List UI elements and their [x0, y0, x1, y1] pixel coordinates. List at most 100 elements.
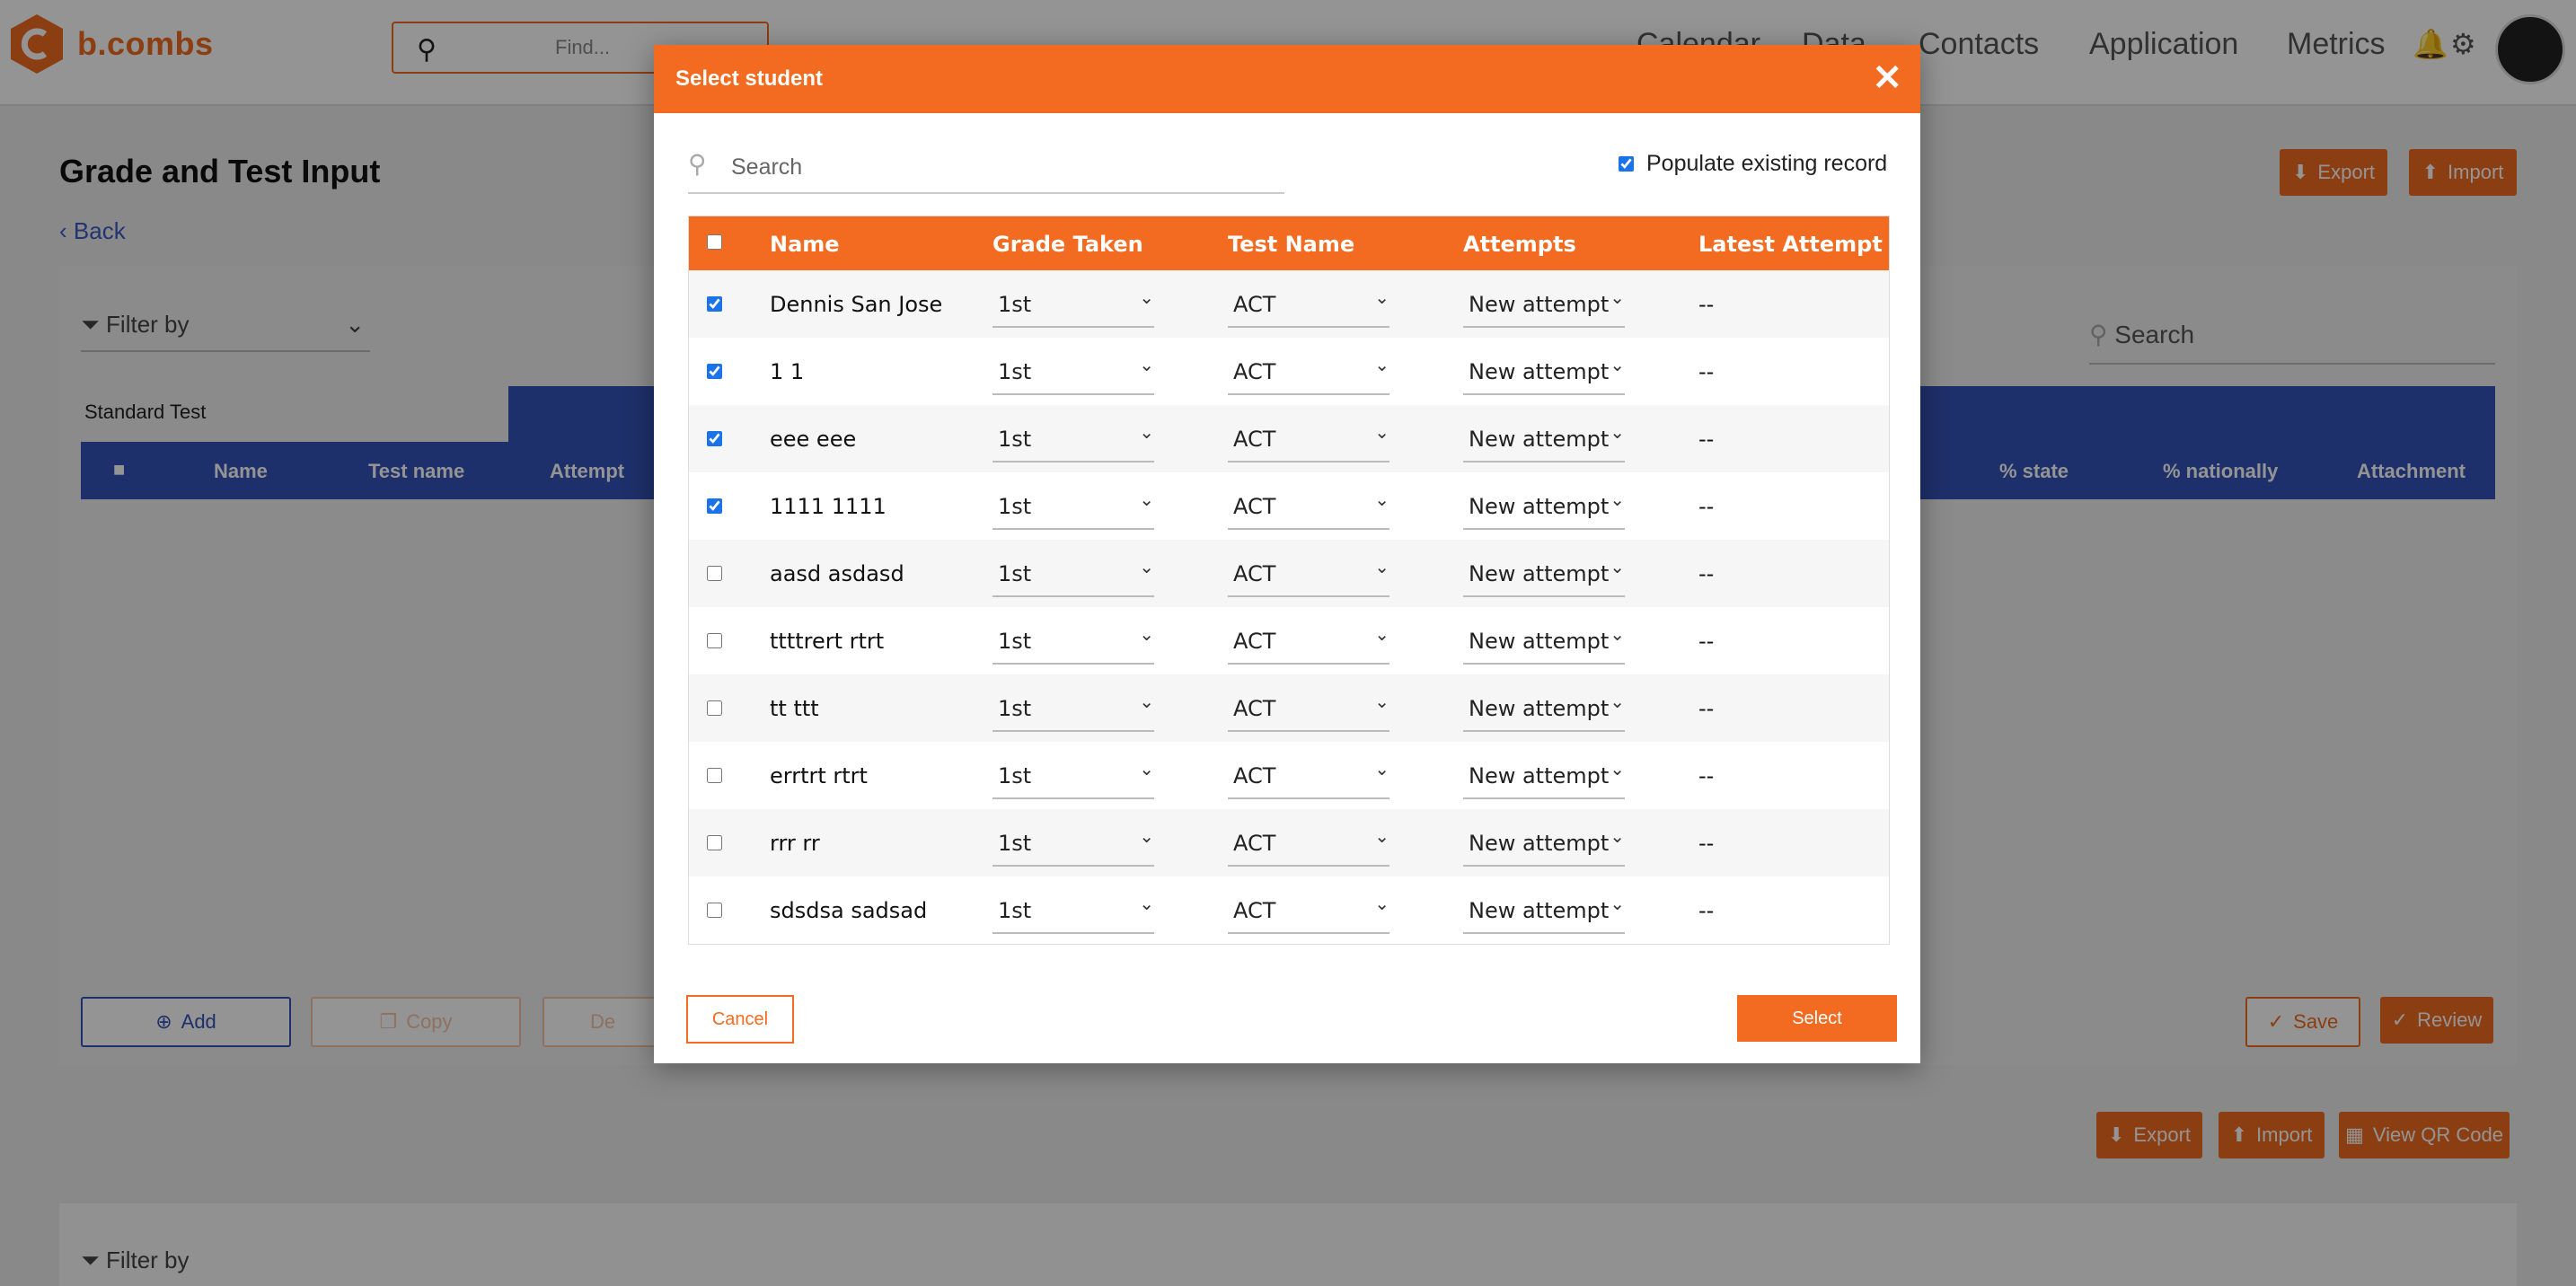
test-value: ACT — [1233, 359, 1276, 384]
attempts-select[interactable]: New attempt ⌄ — [1463, 416, 1625, 462]
test-name-select[interactable]: ACT ⌄ — [1228, 551, 1389, 597]
chevron-down-icon: ⌄ — [1374, 556, 1389, 577]
test-value: ACT — [1233, 763, 1276, 788]
attempt-value: New attempt — [1469, 561, 1610, 586]
chevron-down-icon: ⌄ — [1139, 556, 1154, 577]
row-checkbox[interactable] — [707, 296, 722, 312]
student-search-input[interactable] — [729, 151, 1272, 183]
grade-taken-select[interactable]: 1st ⌄ — [992, 887, 1154, 934]
grade-value: 1st — [998, 763, 1032, 788]
grade-taken-select[interactable]: 1st ⌄ — [992, 281, 1154, 328]
grade-taken-select[interactable]: 1st ⌄ — [992, 416, 1154, 462]
attempts-select[interactable]: New attempt ⌄ — [1463, 551, 1625, 597]
row-checkbox[interactable] — [707, 903, 722, 918]
attempts-select[interactable]: New attempt ⌄ — [1463, 483, 1625, 530]
attempts-select[interactable]: New attempt ⌄ — [1463, 820, 1625, 867]
chevron-down-icon: ⌄ — [1139, 758, 1154, 780]
grade-value: 1st — [998, 561, 1032, 586]
row-checkbox[interactable] — [707, 700, 722, 716]
test-name-select[interactable]: ACT ⌄ — [1228, 348, 1389, 395]
row-checkbox[interactable] — [707, 566, 722, 581]
test-value: ACT — [1233, 696, 1276, 721]
grade-taken-select[interactable]: 1st ⌄ — [992, 551, 1154, 597]
test-value: ACT — [1233, 561, 1276, 586]
chevron-down-icon: ⌄ — [1610, 421, 1625, 443]
latest-attempt-value: -- — [1698, 629, 1715, 654]
col-attempts: Attempts — [1463, 232, 1576, 257]
chevron-down-icon: ⌄ — [1374, 825, 1389, 847]
attempts-select[interactable]: New attempt ⌄ — [1463, 618, 1625, 665]
student-name: errtrt rtrt — [770, 763, 868, 788]
grade-value: 1st — [998, 629, 1032, 654]
student-row[interactable]: 1 1 1st ⌄ ACT ⌄ New attempt ⌄ -- — [689, 338, 1889, 405]
grade-value: 1st — [998, 898, 1032, 923]
student-row[interactable]: errtrt rtrt 1st ⌄ ACT ⌄ New attempt ⌄ -- — [689, 742, 1889, 809]
student-name: tt ttt — [770, 696, 819, 721]
test-name-select[interactable]: ACT ⌄ — [1228, 685, 1389, 732]
chevron-down-icon: ⌄ — [1374, 421, 1389, 443]
attempts-select[interactable]: New attempt ⌄ — [1463, 685, 1625, 732]
row-checkbox[interactable] — [707, 431, 722, 446]
attempt-value: New attempt — [1469, 763, 1610, 788]
student-table-body: Dennis San Jose 1st ⌄ ACT ⌄ New attempt ⌄ -- 1 1… — [689, 270, 1889, 944]
student-row[interactable]: ttttrert rtrt 1st ⌄ ACT ⌄ New attempt ⌄ -- — [689, 607, 1889, 674]
row-checkbox[interactable] — [707, 768, 722, 783]
grade-taken-select[interactable]: 1st ⌄ — [992, 618, 1154, 665]
test-value: ACT — [1233, 427, 1276, 452]
student-row[interactable]: eee eee 1st ⌄ ACT ⌄ New attempt ⌄ -- — [689, 405, 1889, 472]
student-row[interactable]: 1111 1111 1st ⌄ ACT ⌄ New attempt ⌄ -- — [689, 472, 1889, 540]
chevron-down-icon: ⌄ — [1610, 893, 1625, 914]
student-name: rrr rr — [770, 831, 820, 856]
test-name-select[interactable]: ACT ⌄ — [1228, 281, 1389, 328]
attempt-value: New attempt — [1469, 494, 1610, 519]
modal-header: Select student ✕ — [654, 45, 1920, 113]
student-table: Name Grade Taken Test Name Attempts Late… — [688, 216, 1890, 945]
chevron-down-icon: ⌄ — [1374, 354, 1389, 375]
row-checkbox[interactable] — [707, 364, 722, 379]
test-name-select[interactable]: ACT ⌄ — [1228, 887, 1389, 934]
populate-existing-checkbox[interactable] — [1619, 156, 1634, 172]
test-name-select[interactable]: ACT ⌄ — [1228, 753, 1389, 799]
attempts-select[interactable]: New attempt ⌄ — [1463, 348, 1625, 395]
chevron-down-icon: ⌄ — [1139, 421, 1154, 443]
grade-taken-select[interactable]: 1st ⌄ — [992, 685, 1154, 732]
row-checkbox[interactable] — [707, 498, 722, 514]
test-name-select[interactable]: ACT ⌄ — [1228, 820, 1389, 867]
student-row[interactable]: rrr rr 1st ⌄ ACT ⌄ New attempt ⌄ -- — [689, 809, 1889, 876]
latest-attempt-value: -- — [1698, 359, 1715, 384]
student-row[interactable]: tt ttt 1st ⌄ ACT ⌄ New attempt ⌄ -- — [689, 674, 1889, 742]
row-checkbox[interactable] — [707, 835, 722, 850]
select-all-checkbox[interactable] — [707, 234, 722, 250]
select-button[interactable]: Select — [1737, 995, 1897, 1042]
student-row[interactable]: sdsdsa sadsad 1st ⌄ ACT ⌄ New attempt ⌄ -- — [689, 876, 1889, 944]
student-row[interactable]: Dennis San Jose 1st ⌄ ACT ⌄ New attempt ⌄ -- — [689, 270, 1889, 338]
test-name-select[interactable]: ACT ⌄ — [1228, 483, 1389, 530]
latest-attempt-value: -- — [1698, 427, 1715, 452]
grade-taken-select[interactable]: 1st ⌄ — [992, 348, 1154, 395]
test-value: ACT — [1233, 629, 1276, 654]
attempts-select[interactable]: New attempt ⌄ — [1463, 887, 1625, 934]
latest-attempt-value: -- — [1698, 831, 1715, 856]
chevron-down-icon: ⌄ — [1610, 825, 1625, 847]
row-checkbox[interactable] — [707, 633, 722, 648]
grade-taken-select[interactable]: 1st ⌄ — [992, 820, 1154, 867]
grade-value: 1st — [998, 427, 1032, 452]
chevron-down-icon: ⌄ — [1374, 758, 1389, 780]
populate-existing-toggle[interactable]: Populate existing record — [1619, 151, 1887, 177]
test-value: ACT — [1233, 292, 1276, 317]
attempts-select[interactable]: New attempt ⌄ — [1463, 753, 1625, 799]
test-name-select[interactable]: ACT ⌄ — [1228, 416, 1389, 462]
cancel-button[interactable]: Cancel — [686, 995, 794, 1044]
student-row[interactable]: aasd asdasd 1st ⌄ ACT ⌄ New attempt ⌄ -- — [689, 540, 1889, 607]
test-name-select[interactable]: ACT ⌄ — [1228, 618, 1389, 665]
student-name: 1111 1111 — [770, 494, 887, 519]
grade-taken-select[interactable]: 1st ⌄ — [992, 753, 1154, 799]
grade-taken-select[interactable]: 1st ⌄ — [992, 483, 1154, 530]
chevron-down-icon: ⌄ — [1374, 286, 1389, 308]
chevron-down-icon: ⌄ — [1610, 623, 1625, 645]
close-icon[interactable]: ✕ — [1872, 57, 1902, 99]
attempts-select[interactable]: New attempt ⌄ — [1463, 281, 1625, 328]
chevron-down-icon: ⌄ — [1610, 354, 1625, 375]
test-value: ACT — [1233, 494, 1276, 519]
chevron-down-icon: ⌄ — [1610, 691, 1625, 712]
